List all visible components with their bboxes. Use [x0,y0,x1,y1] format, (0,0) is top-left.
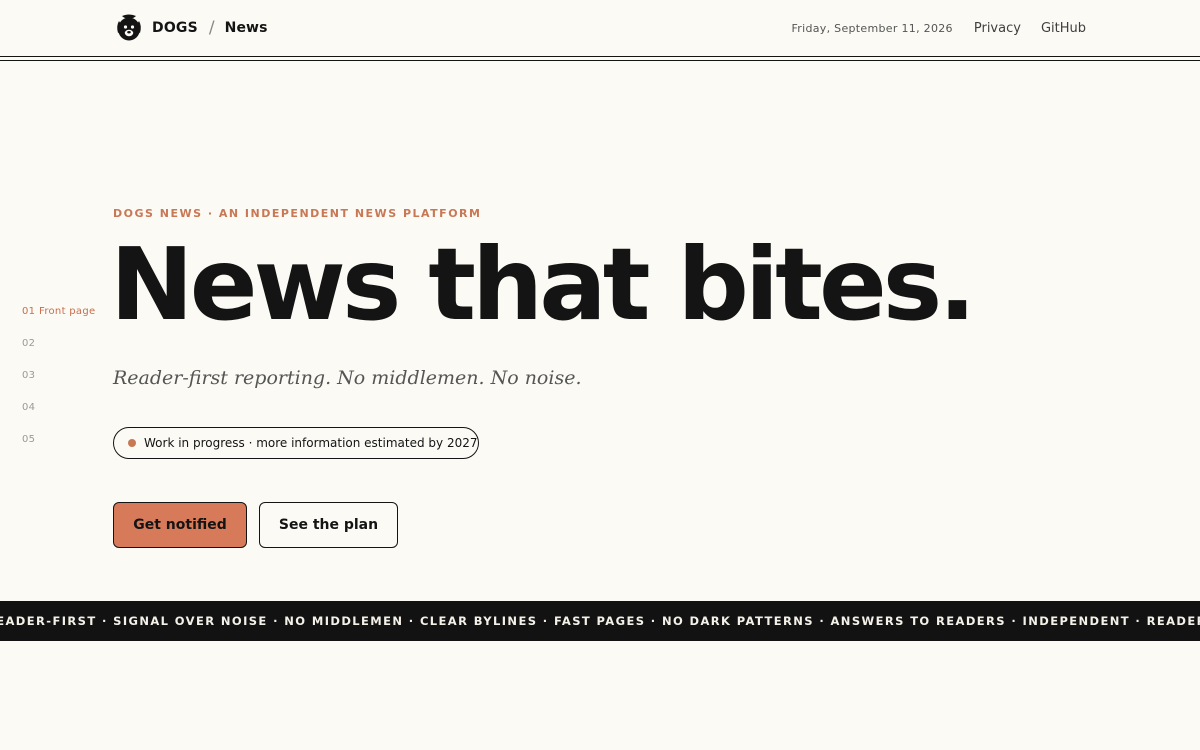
section-index: 01 Front page 02 03 04 05 [22,304,112,464]
status-badge: Work in progress · more information esti… [113,427,479,459]
brand-section: News [224,20,268,36]
status-dot-icon [128,439,136,447]
hero-tagline: Reader-first reporting. No middlemen. No… [113,367,582,389]
brand-separator: / [208,18,215,38]
see-the-plan-button[interactable]: See the plan [259,502,398,548]
site-header: DOGS / News Friday, September 11, 2026 P… [0,0,1200,56]
nav-link-privacy[interactable]: Privacy [974,21,1021,36]
section-index-number: 04 [22,401,36,413]
section-index-label: Front page [39,305,96,317]
header-rule-top [0,56,1200,57]
ticker-text: READER-FIRST · SIGNAL OVER NOISE · NO MI… [0,614,1200,628]
get-notified-button[interactable]: Get notified [113,502,247,548]
header-right: Friday, September 11, 2026 Privacy GitHu… [791,18,1086,38]
page: DOGS / News Friday, September 11, 2026 P… [0,0,1200,750]
section-index-number: 02 [22,337,36,349]
hero-headline: News that bites. [110,226,976,343]
section-index-number: 05 [22,433,36,445]
section-index-item-05[interactable]: 05 [22,432,112,446]
brand[interactable]: DOGS / News [113,12,268,44]
hero-eyebrow: DOGS NEWS · AN INDEPENDENT NEWS PLATFORM [113,207,482,220]
section-index-number: 03 [22,369,36,381]
status-text: Work in progress · more information esti… [144,436,478,450]
nav-link-github[interactable]: GitHub [1041,21,1086,36]
header-rule-bottom [0,60,1200,61]
section-index-number: 01 [22,305,36,317]
header-date: Friday, September 11, 2026 [791,21,953,35]
section-index-item-01[interactable]: 01 Front page [22,304,112,318]
values-ticker: READER-FIRST · SIGNAL OVER NOISE · NO MI… [0,601,1200,641]
section-index-item-04[interactable]: 04 [22,400,112,414]
section-index-item-03[interactable]: 03 [22,368,112,382]
dog-head-logo-icon [117,14,141,41]
section-index-item-02[interactable]: 02 [22,336,112,350]
brand-name: DOGS [152,20,198,36]
